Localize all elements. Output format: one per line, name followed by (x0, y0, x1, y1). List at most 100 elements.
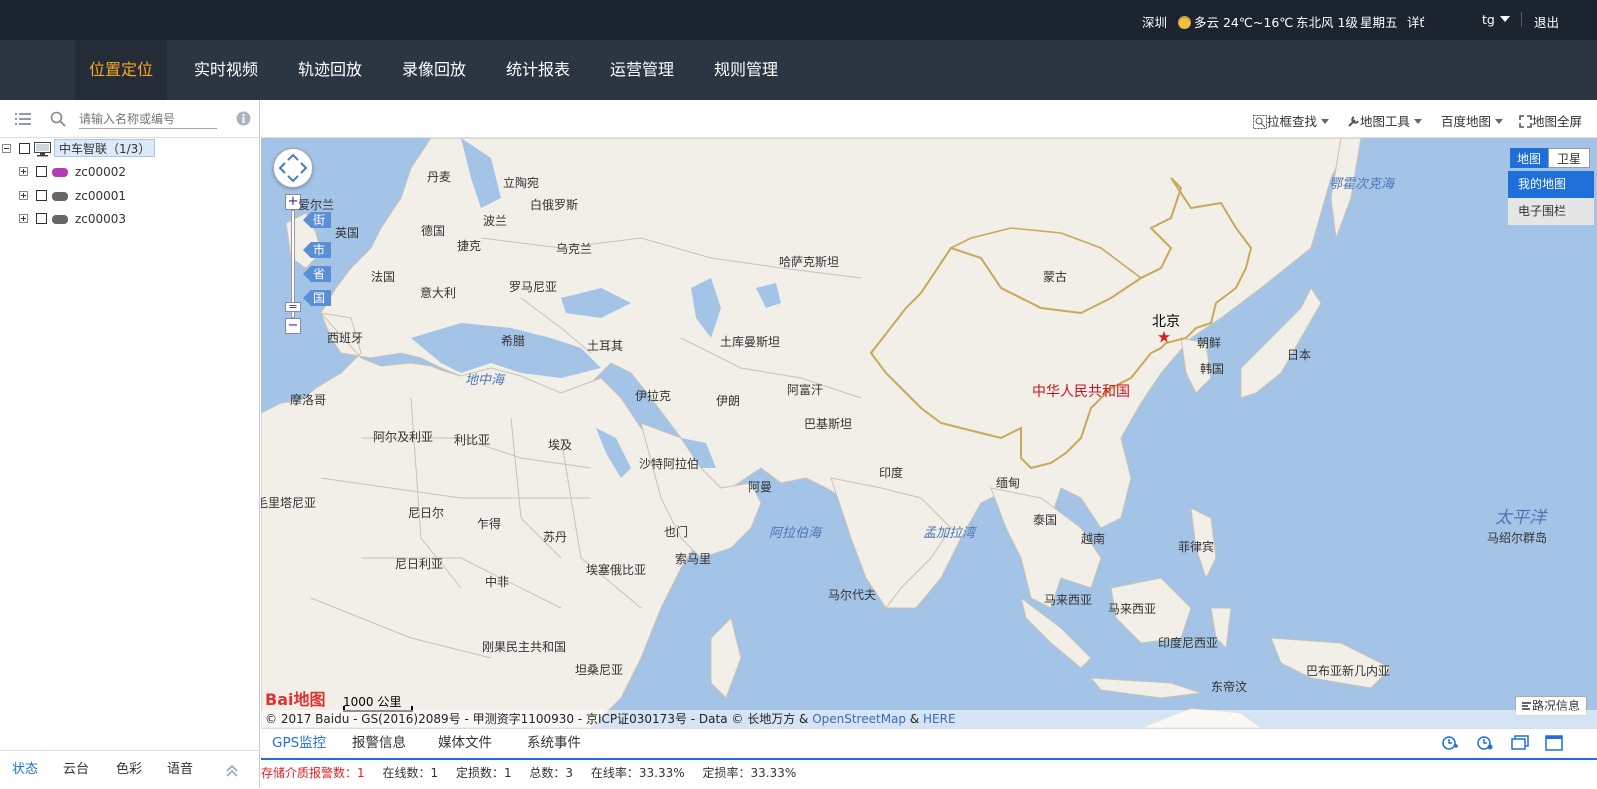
vehicle-id[interactable]: zc00002 (75, 161, 126, 183)
tab-recording-playback[interactable]: 录像回放 (387, 40, 481, 100)
sea-label: 孟加拉湾 (923, 526, 976, 541)
fullscreen-button[interactable]: 地图全屏 (1519, 111, 1582, 130)
wrench-icon (1348, 116, 1359, 127)
status-tabs: 状态 云台 色彩 语音 (0, 750, 260, 788)
window-maximize-icon[interactable] (1545, 735, 1563, 751)
logout-button[interactable]: 退出 (1534, 12, 1559, 31)
root-checkbox[interactable] (19, 143, 30, 154)
map-label: 摩洛哥 (290, 393, 327, 407)
pan-control[interactable] (273, 148, 313, 188)
map-source-select[interactable]: 百度地图 (1441, 111, 1504, 130)
tab-alarms[interactable]: 报警信息 (352, 729, 406, 758)
tab-rules[interactable]: 规则管理 (699, 40, 793, 100)
fullscreen-icon (1519, 115, 1532, 128)
map-label: 埃塞俄比亚 (586, 563, 647, 577)
chevron-down-icon (1321, 119, 1330, 124)
sea-label: 阿拉伯海 (769, 526, 822, 541)
map-tools-button[interactable]: 地图工具 (1347, 111, 1423, 130)
tab-status[interactable]: 状态 (12, 751, 38, 789)
tab-reports[interactable]: 统计报表 (491, 40, 585, 100)
expand-icon[interactable] (19, 167, 28, 176)
tab-color[interactable]: 色彩 (116, 751, 142, 789)
search-input[interactable] (79, 110, 217, 129)
vehicle-id[interactable]: zc00001 (75, 185, 126, 207)
vehicle-checkbox[interactable] (36, 213, 47, 224)
here-link[interactable]: HERE (923, 712, 956, 726)
add-clock-icon[interactable] (1441, 735, 1459, 751)
tab-live-video[interactable]: 实时视频 (179, 40, 273, 100)
map-label: 韩国 (1200, 362, 1225, 376)
main-nav: 位置定位 实时视频 轨迹回放 录像回放 统计报表 运营管理 规则管理 (0, 40, 1597, 100)
located-count: 定损数：1 (455, 766, 512, 780)
map-type-satellite[interactable]: 卫星 (1548, 148, 1590, 168)
map-label: 哈萨克斯坦 (779, 255, 840, 269)
collapse-icon[interactable] (2, 144, 11, 153)
map-label: 土耳其 (587, 339, 624, 353)
online-count: 在线数：1 (382, 766, 439, 780)
tab-operations[interactable]: 运营管理 (595, 40, 689, 100)
double-chevron-up-icon[interactable] (226, 765, 238, 777)
cloudy-weather-icon (1178, 16, 1191, 29)
window-restore-icon[interactable] (1511, 735, 1529, 751)
expand-icon[interactable] (19, 214, 28, 223)
map-label: 尼日利亚 (395, 557, 444, 571)
tab-media-files[interactable]: 媒体文件 (438, 729, 492, 758)
weather-detail-link[interactable]: 详ť (1407, 12, 1424, 31)
expand-icon[interactable] (19, 191, 28, 200)
top-bar: 深圳 多云 24℃~16℃ 东北风 1级 星期五 详ť tg 退出 (0, 0, 1597, 40)
map-label: 巴基斯坦 (804, 417, 853, 431)
menu-my-map[interactable]: 我的地图 (1508, 171, 1594, 198)
map-label: 朝鲜 (1197, 336, 1222, 350)
monitor-tabs: GPS监控 报警信息 媒体文件 系统事件 (261, 729, 1597, 760)
tree-item-vehicle[interactable]: zc00003 (0, 208, 260, 230)
sea-label: 地中海 (465, 373, 505, 388)
chevron-down-icon (1495, 119, 1504, 124)
map-label: 巴布亚新几内亚 (1306, 664, 1391, 678)
sea-label: 太平洋 (1495, 508, 1546, 528)
tab-system-events[interactable]: 系统事件 (527, 729, 581, 758)
tab-location[interactable]: 位置定位 (75, 40, 167, 100)
tree-root[interactable]: 中车智联（1/3） (0, 138, 260, 160)
list-icon[interactable] (15, 112, 31, 126)
map-label: 利比亚 (454, 433, 491, 447)
box-search-button[interactable]: 拉框查找 (1253, 111, 1330, 130)
zoom-handle[interactable]: = (285, 301, 301, 312)
storage-alarm-count: 存储介质报警数：1 (261, 766, 365, 780)
map-label: 坦桑尼亚 (575, 663, 624, 677)
vehicle-checkbox[interactable] (36, 166, 47, 177)
settings-clock-icon[interactable] (1476, 735, 1494, 751)
map-layer-menu: 我的地图 电子围栏 (1508, 171, 1594, 225)
zoom-control: + = − 街 市 省 国 (285, 194, 332, 334)
tab-voice[interactable]: 语音 (167, 751, 193, 789)
vehicle-id[interactable]: zc00003 (75, 208, 126, 230)
copyright-separator: & (906, 712, 924, 726)
map-label: 爱尔兰 (298, 198, 335, 212)
tab-gps-monitor[interactable]: GPS监控 (272, 729, 326, 758)
vehicle-checkbox[interactable] (36, 190, 47, 201)
tree-root-label[interactable]: 中车智联（1/3） (54, 139, 156, 157)
tab-ptz[interactable]: 云台 (63, 751, 89, 789)
menu-geofence[interactable]: 电子围栏 (1508, 198, 1594, 225)
user-menu[interactable]: tg (1482, 12, 1510, 27)
map-canvas[interactable]: + = − 街 市 省 国 地图 卫星 我的地图 电子围栏 丹麦 立陶宛 爱尔兰… (261, 138, 1597, 728)
map-label: 白俄罗斯 (530, 198, 579, 212)
map-label: 法国 (371, 270, 396, 284)
tree-item-vehicle[interactable]: zc00002 (0, 161, 260, 183)
map-label: 德国 (421, 224, 446, 238)
map-label: 菲律宾 (1178, 540, 1215, 554)
osm-link[interactable]: OpenStreetMap (812, 712, 906, 726)
stats-bar: 存储介质报警数：1 在线数：1 定损数：1 总数：3 在线率：33.33% 定损… (261, 760, 810, 786)
baidu-logo: Bai地图 (265, 690, 326, 709)
search-icon[interactable] (50, 111, 66, 127)
city-label: 深圳 (1142, 15, 1168, 30)
info-icon[interactable] (236, 111, 251, 126)
tab-track-playback[interactable]: 轨迹回放 (283, 40, 377, 100)
chevron-down-icon (1499, 16, 1510, 22)
map-label: 阿尔及利亚 (373, 430, 434, 444)
zoom-out-button[interactable]: − (285, 318, 301, 334)
map-label: 罗马尼亚 (509, 280, 558, 294)
map-label: 希腊 (501, 334, 526, 348)
map-type-map[interactable]: 地图 (1510, 148, 1548, 168)
map-label: 意大利 (420, 286, 457, 300)
tree-item-vehicle[interactable]: zc00001 (0, 185, 260, 207)
